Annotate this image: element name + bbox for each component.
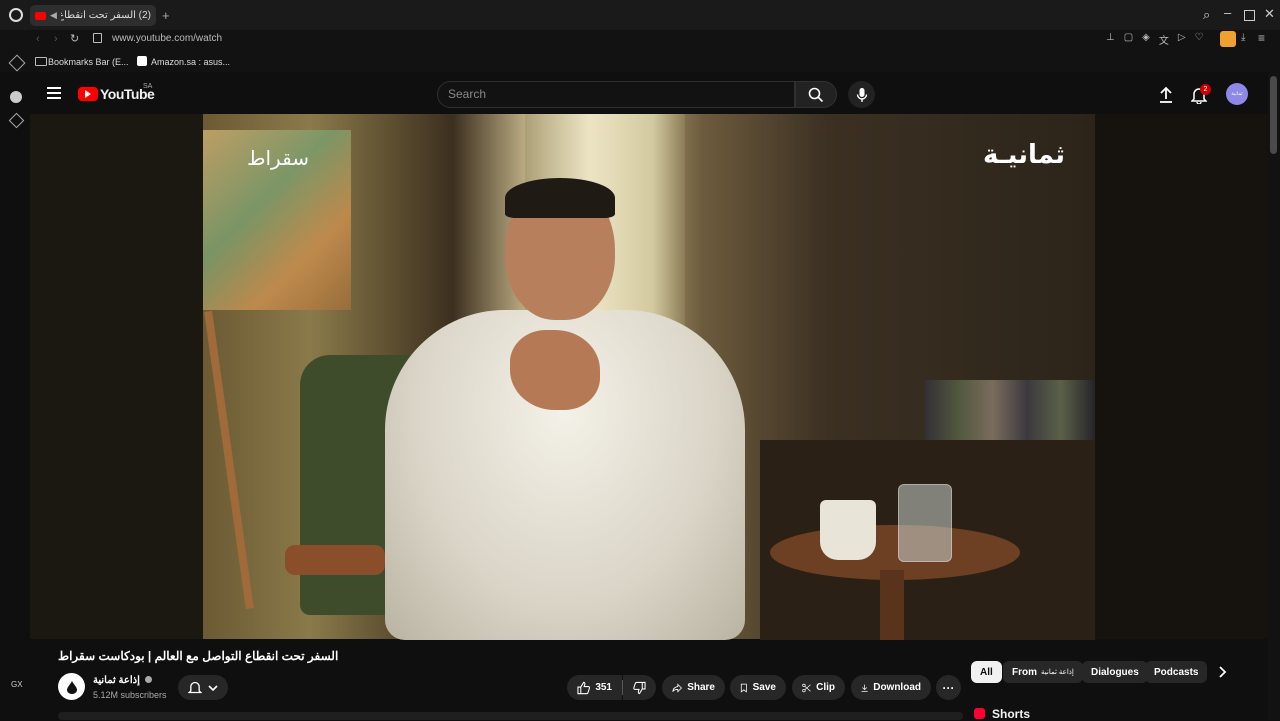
- microphone-icon: [856, 87, 867, 102]
- tab-title: (2) السفر تحت انقطاع التر: [60, 10, 151, 21]
- share-button[interactable]: Share: [662, 675, 725, 700]
- youtube-logo-icon[interactable]: [78, 87, 98, 101]
- search-input[interactable]: Search: [437, 81, 795, 108]
- search-tabs-icon[interactable]: ⌕: [1203, 7, 1210, 23]
- menu-icon[interactable]: ≡: [1258, 31, 1265, 45]
- minimize-button[interactable]: –: [1224, 5, 1231, 20]
- player-right-pad: [1095, 114, 1268, 639]
- video-cup: [820, 500, 876, 560]
- forward-icon[interactable]: ›: [54, 33, 58, 45]
- account-avatar[interactable]: ثمانية: [1226, 83, 1248, 105]
- pin-icon[interactable]: ⊥: [1106, 32, 1115, 47]
- thumbs-up-icon: [577, 681, 590, 694]
- more-actions-button[interactable]: ···: [936, 675, 961, 700]
- region-code: SA: [143, 83, 153, 90]
- extension-icon[interactable]: [1220, 31, 1236, 47]
- channel-name[interactable]: إذاعة ثمانية: [93, 675, 152, 686]
- scrollbar-thumb[interactable]: [1270, 76, 1277, 154]
- channel-name-text: إذاعة ثمانية: [93, 675, 140, 686]
- chip-dialogues[interactable]: Dialogues: [1082, 661, 1148, 683]
- video-overlay-right: ثمانيـة: [983, 140, 1065, 170]
- lock-icon: [93, 33, 102, 43]
- player-left-pad: [30, 114, 203, 639]
- bell-icon: [188, 681, 202, 694]
- notification-badge: 2: [1200, 84, 1211, 95]
- chevron-right-icon: [1219, 666, 1227, 678]
- clip-label: Clip: [816, 682, 835, 693]
- video-table-leg: [880, 570, 904, 640]
- video-person-hand: [510, 330, 600, 410]
- share-label: Share: [687, 682, 715, 693]
- chip-from-channel[interactable]: From إذاعة ثمانية: [1003, 661, 1083, 683]
- maximize-button[interactable]: [1244, 10, 1255, 21]
- chips-next-button[interactable]: [1214, 664, 1230, 680]
- browser-tab[interactable]: ◀ (2) السفر تحت انقطاع التر: [30, 5, 156, 26]
- close-window-button[interactable]: ✕: [1264, 6, 1275, 22]
- save-label: Save: [752, 682, 776, 693]
- search-icon: [808, 87, 824, 102]
- channel-logo-icon: [66, 680, 77, 694]
- chip-from-prefix: From: [1012, 666, 1037, 678]
- search-button[interactable]: [795, 81, 837, 108]
- video-chair-arm: [285, 545, 385, 575]
- bookmark-item[interactable]: Bookmarks Bar (E...: [48, 57, 129, 67]
- shorts-icon: [974, 708, 985, 719]
- bookmark-item[interactable]: Amazon.sa : asus...: [151, 57, 230, 67]
- page-scrollbar[interactable]: [1268, 72, 1280, 720]
- heart-icon[interactable]: ♡: [1195, 32, 1204, 47]
- hamburger-menu-icon[interactable]: [47, 87, 61, 99]
- video-person-hair: [505, 178, 615, 218]
- back-icon[interactable]: ‹: [36, 33, 40, 45]
- upload-icon: [1160, 86, 1172, 103]
- snapshot-icon[interactable]: ▢: [1124, 32, 1133, 47]
- more-icon: ···: [942, 680, 955, 695]
- voice-search-button[interactable]: [848, 81, 875, 108]
- amazon-favicon-icon: [137, 56, 147, 66]
- browser-tab-bar: [0, 0, 1280, 30]
- video-overlay-left: سقراط: [247, 146, 309, 170]
- download-icon: [861, 684, 868, 692]
- clip-button[interactable]: Clip: [792, 675, 845, 700]
- video-title: السفر تحت انقطاع التواصل مع العالم | بود…: [58, 649, 339, 663]
- download-label: Download: [873, 682, 921, 693]
- opera-logo-icon[interactable]: [9, 8, 23, 22]
- channel-avatar[interactable]: [58, 673, 85, 700]
- speaker-icon[interactable]: ◀: [50, 10, 57, 21]
- download-button[interactable]: Download: [851, 675, 931, 700]
- messenger-icon[interactable]: [10, 91, 22, 103]
- subscription-bell-button[interactable]: [178, 675, 228, 700]
- verified-icon: [144, 676, 152, 683]
- video-water-glass: [898, 484, 952, 562]
- url-field[interactable]: www.youtube.com/watch: [112, 33, 222, 44]
- save-button[interactable]: Save: [730, 675, 786, 700]
- chip-podcasts[interactable]: Podcasts: [1145, 661, 1208, 683]
- shorts-heading: Shorts: [992, 707, 1031, 721]
- gx-label[interactable]: GX: [11, 680, 23, 689]
- download-icon[interactable]: ⤓: [1241, 32, 1245, 43]
- share-icon: [672, 682, 683, 693]
- like-button[interactable]: 351: [567, 675, 622, 700]
- bookmark-icon: [740, 683, 747, 693]
- new-tab-button[interactable]: +: [162, 8, 170, 23]
- chip-from-name: إذاعة ثمانية: [1041, 669, 1074, 676]
- chevron-down-icon: [208, 684, 218, 691]
- reload-icon[interactable]: ↻: [70, 32, 79, 45]
- dislike-button[interactable]: [623, 675, 656, 700]
- translate-icon[interactable]: 文: [1159, 32, 1169, 47]
- shield-icon[interactable]: ◈: [1142, 32, 1150, 47]
- avatar-text: ثمانية: [1231, 91, 1243, 97]
- like-count: 351: [595, 682, 612, 693]
- youtube-favicon-icon: [35, 11, 46, 20]
- scissors-icon: [802, 683, 811, 692]
- sidebar-tool-icon[interactable]: [8, 112, 25, 129]
- subscriber-count: 5.12M subscribers: [93, 690, 167, 700]
- thumbs-down-icon: [633, 681, 646, 694]
- description-box[interactable]: [58, 712, 963, 720]
- chip-all[interactable]: All: [971, 661, 1002, 683]
- folder-icon: [35, 57, 47, 66]
- create-button[interactable]: [1158, 86, 1174, 104]
- play-icon[interactable]: ▷: [1178, 32, 1186, 47]
- browser-toolbar-icons: ⊥ ▢ ◈ 文 ▷ ♡: [1106, 32, 1204, 47]
